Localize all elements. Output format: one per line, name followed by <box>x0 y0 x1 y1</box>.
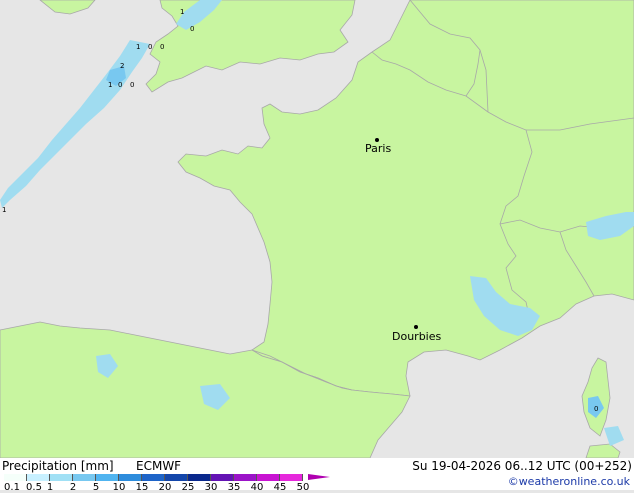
colorbar-tick-label: 40 <box>250 482 264 493</box>
colorbar-segment <box>280 474 303 481</box>
colorbar-tick-label: 50 <box>296 482 310 493</box>
colorbar-segment <box>234 474 257 481</box>
colorbar-segment <box>119 474 142 481</box>
colorbar-segment <box>50 474 73 481</box>
colorbar-segment <box>257 474 280 481</box>
legend-panel: Precipitation [mm] ECMWF Su 19-04-2026 0… <box>0 458 634 493</box>
colorbar-tick-label: 10 <box>112 482 126 493</box>
precipitation-map: Paris Dourbies 1 1 0 0 1 0 0 2 1 0 0 <box>0 0 634 458</box>
legend-title: Precipitation [mm] <box>2 459 114 473</box>
colorbar-tick-label: 2 <box>69 482 77 493</box>
cell-label: 1 <box>108 81 112 89</box>
colorbar-segment <box>188 474 211 481</box>
cell-label: 0 <box>190 25 194 33</box>
colorbar-segment <box>27 474 50 481</box>
colorbar-tick-label: 0.1 <box>4 482 20 493</box>
colorbar-segment <box>165 474 188 481</box>
cell-label: 0 <box>594 405 598 413</box>
colorbar-arrow-icon <box>308 474 330 480</box>
legend-credit: ©weatheronline.co.uk <box>507 475 630 488</box>
legend-colorbar <box>4 474 303 481</box>
colorbar-tick-label: 30 <box>204 482 218 493</box>
colorbar-tick-label: 25 <box>181 482 195 493</box>
colorbar-tick-label: 35 <box>227 482 241 493</box>
city-label: Paris <box>365 142 391 155</box>
cell-label: 0 <box>148 43 152 51</box>
cell-label: 0 <box>130 81 134 89</box>
colorbar-segment <box>73 474 96 481</box>
city-label: Dourbies <box>392 330 442 343</box>
colorbar-tick-label: 5 <box>92 482 100 493</box>
cell-label: 1 <box>2 206 6 214</box>
cell-label: 0 <box>118 81 122 89</box>
cell-label: 0 <box>160 43 164 51</box>
cell-label: 2 <box>120 62 124 70</box>
colorbar-tick-label: 15 <box>135 482 149 493</box>
colorbar-segment <box>4 474 27 481</box>
legend-model: ECMWF <box>136 459 182 473</box>
colorbar-tick-label: 1 <box>46 482 54 493</box>
colorbar-segment <box>142 474 165 481</box>
colorbar-segment <box>96 474 119 481</box>
legend-datetime: Su 19-04-2026 06..12 UTC (00+252) <box>412 459 632 473</box>
colorbar-tick-label: 0.5 <box>26 482 42 493</box>
colorbar-tick-label: 20 <box>158 482 172 493</box>
city-dot-icon <box>414 325 418 329</box>
colorbar-tick-label: 45 <box>273 482 287 493</box>
cell-label: 1 <box>180 8 184 16</box>
cell-label: 1 <box>136 43 140 51</box>
colorbar-segment <box>211 474 234 481</box>
